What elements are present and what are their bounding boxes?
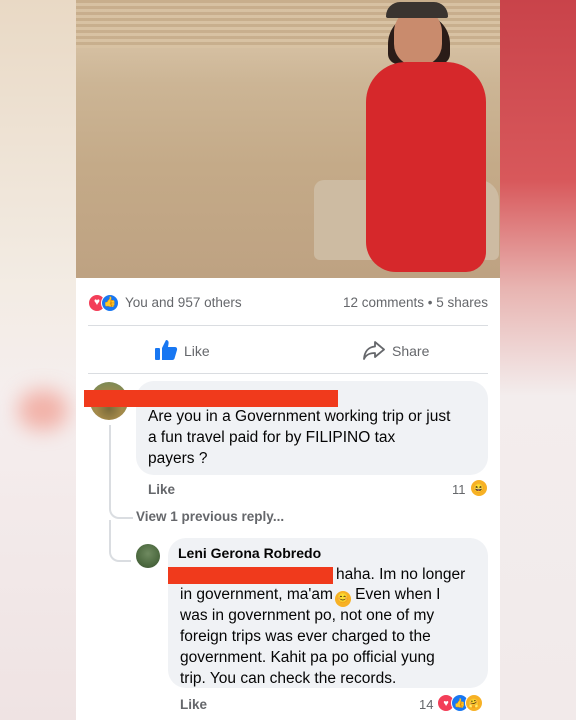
view-previous-replies-link[interactable]: View 1 previous reply... bbox=[136, 509, 284, 524]
haha-emoji-icon: 😆 bbox=[470, 479, 488, 497]
blurred-backdrop-left bbox=[0, 0, 76, 720]
reactions-summary[interactable]: You and 957 others bbox=[125, 295, 242, 310]
comment-text-line: a fun travel paid for by FILIPINO tax bbox=[148, 429, 396, 446]
share-button[interactable]: Share bbox=[362, 338, 452, 364]
like-button[interactable]: Like bbox=[154, 338, 244, 364]
post-photo[interactable] bbox=[76, 0, 500, 278]
reply-text-line: haha. Im no longer bbox=[336, 566, 466, 583]
care-emoji-icon: 🤗 bbox=[465, 694, 483, 712]
person-red-dress bbox=[366, 62, 486, 272]
reply-author-name[interactable]: Leni Gerona Robredo bbox=[178, 545, 321, 561]
blurred-redaction-reflection bbox=[18, 390, 68, 430]
blurred-backdrop-right bbox=[500, 0, 576, 720]
reply-text-line: in government, ma'am 😊 Even when I bbox=[180, 584, 440, 607]
reply-text-line: government. Kahit pa po official yung bbox=[180, 649, 435, 666]
comment-like-link[interactable]: Like bbox=[148, 482, 175, 497]
divider bbox=[88, 373, 488, 374]
reply-connector-line bbox=[109, 520, 131, 562]
reply-thread-line bbox=[109, 425, 133, 519]
redaction-bar bbox=[84, 390, 338, 407]
like-label: Like bbox=[184, 343, 210, 359]
post-card: ♥ 👍 You and 957 others 12 comments • 5 s… bbox=[76, 0, 500, 720]
comments-shares-count[interactable]: 12 comments • 5 shares bbox=[343, 295, 488, 310]
redaction-bar bbox=[168, 567, 333, 584]
person-hat bbox=[386, 2, 448, 18]
comment-reaction-count[interactable]: 11 bbox=[452, 482, 466, 497]
reply-like-link[interactable]: Like bbox=[180, 697, 207, 712]
share-label: Share bbox=[392, 343, 430, 359]
reply-text-line: was in government po, not one of my bbox=[180, 607, 435, 624]
reply-reaction-count[interactable]: 14 bbox=[419, 697, 433, 712]
comment-text-line: payers ? bbox=[148, 450, 208, 467]
like-icon: 👍 bbox=[101, 294, 119, 312]
reply-text-line: trip. You can check the records. bbox=[180, 670, 397, 687]
comment-text-line: Are you in a Government working trip or … bbox=[148, 408, 451, 425]
post-stats-row: ♥ 👍 You and 957 others 12 comments • 5 s… bbox=[88, 292, 488, 314]
thumbs-up-icon bbox=[155, 340, 178, 360]
share-arrow-icon bbox=[363, 341, 385, 360]
reply-text-line: foreign trips was ever charged to the bbox=[180, 628, 431, 645]
reaction-icons[interactable]: ♥ 👍 bbox=[88, 294, 122, 312]
divider bbox=[88, 325, 488, 326]
reply-author-avatar[interactable] bbox=[136, 544, 160, 568]
